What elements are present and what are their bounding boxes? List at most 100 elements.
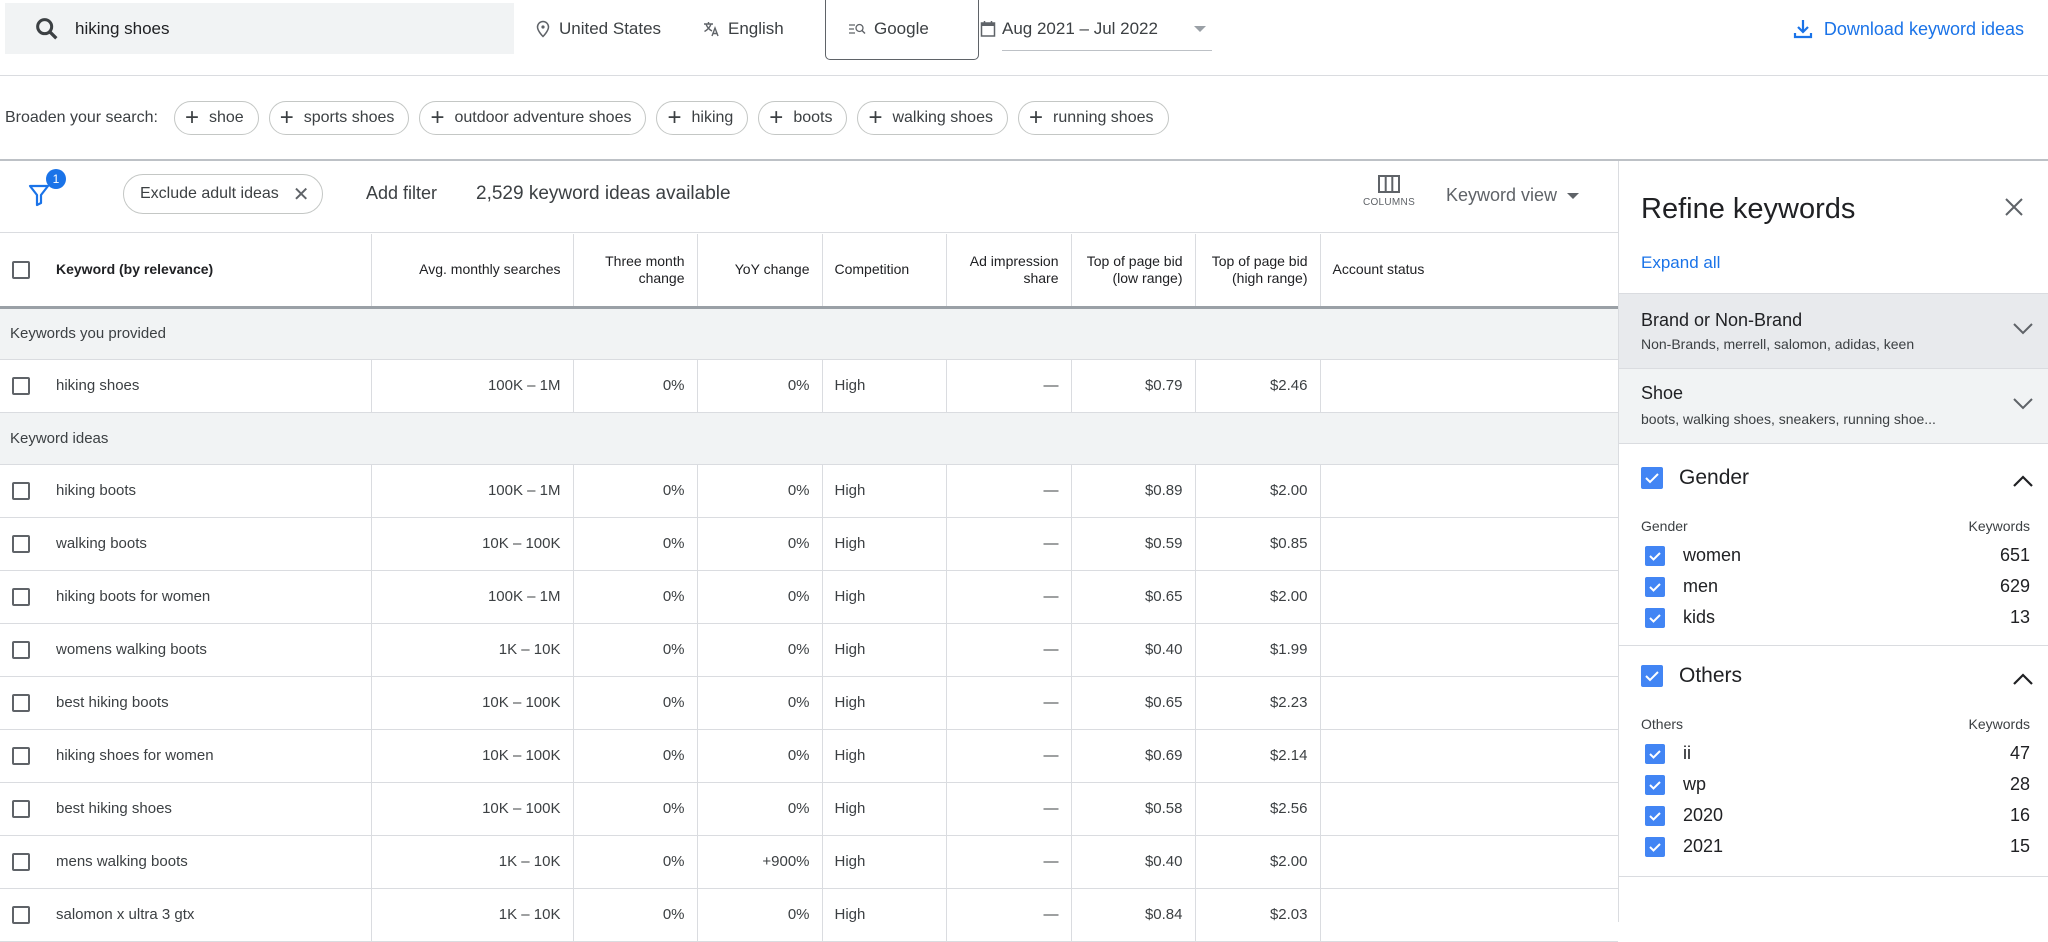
date-range-selector[interactable]: Aug 2021 – Jul 2022: [980, 0, 1212, 58]
option-checkbox[interactable]: [1645, 836, 1665, 857]
section-checkbox[interactable]: [1641, 467, 1663, 489]
download-keyword-ideas-button[interactable]: Download keyword ideas: [1792, 0, 2024, 58]
search-input[interactable]: hiking shoes: [5, 3, 514, 54]
plus-icon: +: [868, 104, 883, 131]
option-label: ii: [1683, 743, 1691, 763]
table-row[interactable]: mens walking boots 1K – 10K 0% +900% High — $0…: [0, 835, 1618, 889]
add-filter-button[interactable]: Add filter: [366, 183, 437, 204]
option-checkbox[interactable]: [1645, 607, 1665, 628]
section-header[interactable]: Others: [1641, 664, 1742, 688]
table-header-row: Keyword (by relevance) Avg. monthly sear…: [0, 234, 1618, 309]
account-status-cell: [1320, 623, 1618, 677]
ad-impression-share-cell: —: [946, 570, 1072, 624]
column-header-three-month-change[interactable]: Three month change: [573, 234, 698, 309]
row-checkbox[interactable]: [12, 693, 30, 712]
row-checkbox[interactable]: [12, 746, 30, 765]
keyword-view-dropdown[interactable]: Keyword view: [1446, 185, 1580, 206]
section-header[interactable]: Gender: [1641, 466, 1749, 490]
refine-option[interactable]: kids 13: [1645, 602, 2030, 633]
row-checkbox[interactable]: [12, 376, 30, 395]
columns-icon: [1378, 175, 1400, 193]
table-row[interactable]: hiking shoes 100K – 1M 0% 0% High — $0.79 $2.46: [0, 359, 1618, 413]
exclude-adult-ideas-chip[interactable]: Exclude adult ideas ✕: [123, 174, 323, 214]
option-checkbox[interactable]: [1645, 774, 1665, 795]
refine-option[interactable]: 2020 16: [1645, 800, 2030, 831]
broaden-chip[interactable]: + walking shoes: [857, 101, 1008, 135]
table-row[interactable]: best hiking shoes 10K – 100K 0% 0% High — $0.5…: [0, 782, 1618, 836]
refine-option[interactable]: women 651: [1645, 540, 2030, 571]
chevron-down-icon[interactable]: [2012, 322, 2034, 336]
download-label: Download keyword ideas: [1823, 18, 2024, 39]
chevron-up-icon[interactable]: [2012, 474, 2034, 488]
option-checkbox[interactable]: [1645, 576, 1665, 597]
language-selector[interactable]: English: [702, 0, 784, 58]
refine-option[interactable]: ii 47: [1645, 738, 2030, 769]
bid-high-cell: $2.46: [1195, 359, 1321, 413]
search-icon: [36, 17, 58, 39]
column-header-account-status[interactable]: Account status: [1320, 234, 1618, 309]
broaden-chip[interactable]: + outdoor adventure shoes: [419, 101, 647, 135]
location-selector[interactable]: United States: [535, 0, 661, 58]
chip-label: running shoes: [1052, 109, 1154, 126]
refine-option[interactable]: wp 28: [1645, 769, 2030, 800]
section-title: Shoe: [1641, 383, 1684, 403]
filter-icon[interactable]: [28, 183, 50, 207]
refine-option[interactable]: 2021 15: [1645, 831, 2030, 862]
column-header-bid-low[interactable]: Top of page bid (low range): [1071, 234, 1196, 309]
refine-section-brand[interactable]: Brand or Non-Brand Non-Brands, merrell, …: [1619, 293, 2048, 368]
table-row[interactable]: hiking boots for women 100K – 1M 0% 0% High —…: [0, 570, 1618, 624]
row-checkbox[interactable]: [12, 640, 30, 659]
option-checkbox[interactable]: [1645, 545, 1665, 566]
row-checkbox[interactable]: [12, 799, 30, 818]
row-checkbox[interactable]: [12, 481, 30, 500]
refine-section-shoe[interactable]: Shoe boots, walking shoes, sneakers, run…: [1619, 368, 2048, 443]
broaden-chip[interactable]: + running shoes: [1017, 101, 1169, 135]
column-header-bid-high[interactable]: Top of page bid (high range): [1195, 234, 1321, 309]
table-row[interactable]: best hiking boots 10K – 100K 0% 0% High — $0.6…: [0, 676, 1618, 730]
column-header-keyword[interactable]: Keyword (by relevance): [0, 234, 372, 309]
close-icon[interactable]: [2004, 197, 2024, 217]
chevron-up-icon[interactable]: [2012, 672, 2034, 686]
search-query: hiking shoes: [75, 18, 170, 38]
section-checkbox[interactable]: [1641, 665, 1663, 687]
ad-impression-share-cell: —: [946, 623, 1072, 677]
broaden-chip[interactable]: + sports shoes: [268, 101, 410, 135]
close-icon[interactable]: ✕: [293, 182, 310, 207]
table-row[interactable]: hiking boots 100K – 1M 0% 0% High — $0.89 $2.00: [0, 464, 1618, 518]
keyword-text: walking boots: [56, 535, 147, 552]
option-checkbox[interactable]: [1645, 743, 1665, 764]
column-header-avg-monthly-searches[interactable]: Avg. monthly searches: [371, 234, 574, 309]
broaden-chip[interactable]: + shoe: [173, 101, 259, 135]
table-row[interactable]: walking boots 10K – 100K 0% 0% High — $0.59 $0.…: [0, 517, 1618, 571]
row-checkbox[interactable]: [12, 587, 30, 606]
option-checkbox[interactable]: [1645, 805, 1665, 826]
search-network-selector[interactable]: Google: [825, 0, 979, 60]
columns-button[interactable]: COLUMNS: [1362, 175, 1416, 208]
view-label: Keyword view: [1446, 185, 1558, 205]
keyword-text: best hiking shoes: [56, 800, 172, 817]
select-all-checkbox[interactable]: [12, 260, 30, 279]
column-header-competition[interactable]: Competition: [822, 234, 947, 309]
column-header-ad-impression-share[interactable]: Ad impression share: [946, 234, 1072, 309]
table-row[interactable]: womens walking boots 1K – 10K 0% 0% High — $0.…: [0, 623, 1618, 677]
table-row[interactable]: salomon x ultra 3 gtx 1K – 10K 0% 0% High — $0…: [0, 888, 1618, 942]
three-month-change-cell: 0%: [573, 782, 698, 836]
expand-all-link[interactable]: Expand all: [1641, 253, 1720, 273]
account-status-cell: [1320, 359, 1618, 413]
column-header-yoy-change[interactable]: YoY change: [697, 234, 823, 309]
three-month-change-cell: 0%: [573, 729, 698, 783]
check-icon: [1649, 749, 1661, 759]
row-checkbox[interactable]: [12, 852, 30, 871]
competition-cell: High: [822, 359, 947, 413]
yoy-change-cell: 0%: [697, 623, 823, 677]
broaden-chip[interactable]: + hiking: [656, 101, 749, 135]
table-row[interactable]: hiking shoes for women 10K – 100K 0% 0% High…: [0, 729, 1618, 783]
row-checkbox[interactable]: [12, 534, 30, 553]
broaden-chip[interactable]: + boots: [758, 101, 848, 135]
keyword-text: hiking shoes for women: [56, 747, 214, 764]
avg-monthly-searches-cell: 1K – 10K: [371, 835, 574, 889]
refine-option[interactable]: men 629: [1645, 571, 2030, 602]
row-checkbox[interactable]: [12, 905, 30, 924]
chevron-down-icon[interactable]: [2012, 397, 2034, 411]
translate-icon: [704, 22, 719, 37]
